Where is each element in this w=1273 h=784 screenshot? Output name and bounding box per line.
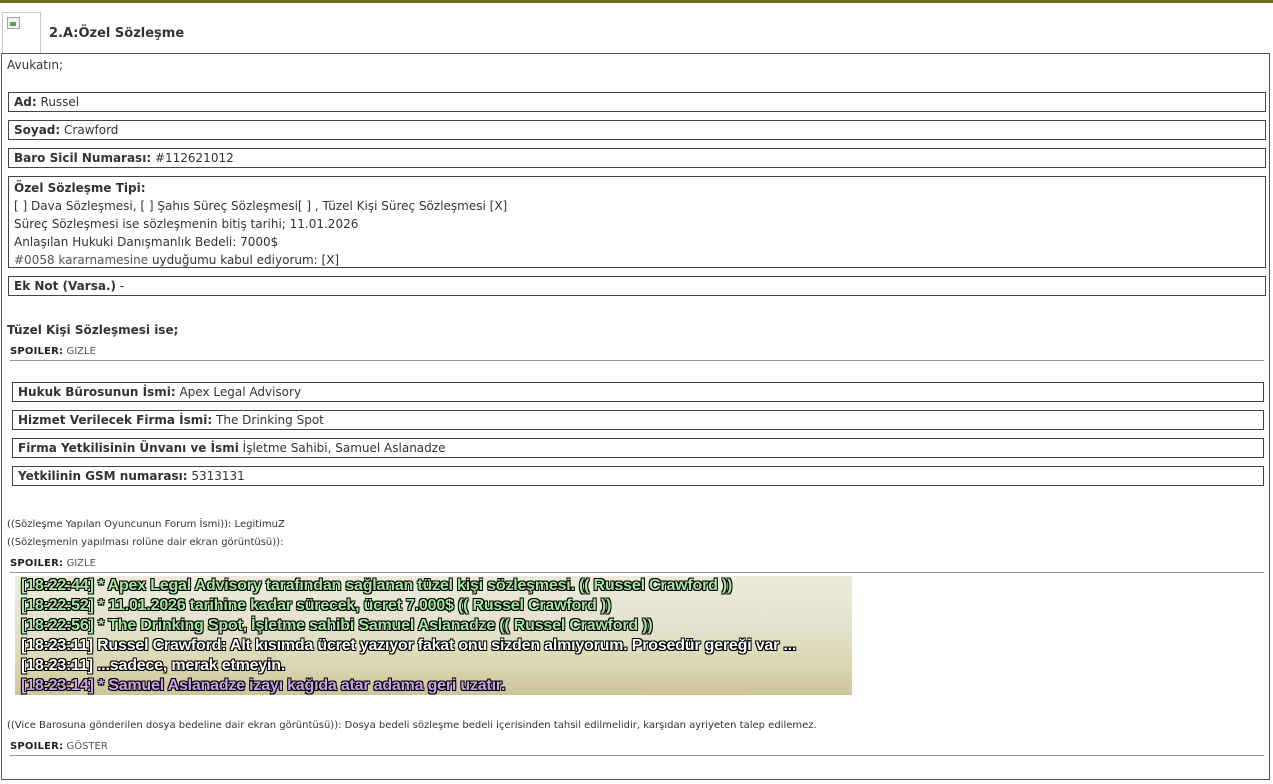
spoiler-divider (10, 572, 1264, 573)
field-official: Firma Yetkilisinin Ünvanı ve İsmi İşletm… (12, 438, 1264, 458)
page-title: 2.A:Özel Sözleşme (49, 26, 185, 41)
chat-line: [18:23:11] Russel Crawford: Alt kısımda … (21, 637, 797, 654)
chat-line: [18:23:11] ...sadece, merak etmeyin. (21, 657, 286, 674)
field-label: Hizmet Verilecek Firma İsmi: (18, 413, 213, 427)
field-label: Soyad: (14, 123, 61, 137)
spoiler-divider (10, 755, 1264, 756)
chat-line: [18:22:44] * Apex Legal Advisory tarafın… (21, 577, 733, 594)
field-value: 5313131 (191, 469, 245, 483)
spoiler-toggle-button[interactable]: GIZLE (66, 346, 95, 357)
spoiler-toggle-button[interactable]: GIZLE (66, 558, 95, 569)
spoiler-label: SPOILER: (10, 741, 64, 752)
contract-type-options: [ ] Dava Sözleşmesi, [ ] Şahıs Süreç Söz… (14, 199, 508, 213)
field-ad: Ad: Russel (8, 92, 1266, 112)
field-law-firm: Hukuk Bürosunun İsmi: Apex Legal Advisor… (12, 382, 1264, 402)
spoiler-label: SPOILER: (10, 346, 64, 357)
corporate-spoiler-header: SPOILER: GIZLE (10, 346, 96, 357)
spoiler-label: SPOILER: (10, 558, 64, 569)
broken-image-icon (2, 12, 41, 54)
field-company: Hizmet Verilecek Firma İsmi: The Drinkin… (12, 410, 1264, 430)
screenshot-spoiler-header: SPOILER: GIZLE (10, 558, 96, 569)
field-soyad: Soyad: Crawford (8, 120, 1266, 140)
contract-fee: Anlaşılan Hukuki Danışmanlık Bedeli: 700… (14, 235, 279, 249)
field-value: - (115, 279, 125, 293)
contract-type-label: Özel Sözleşme Tipi: (14, 181, 146, 195)
field-value: Crawford (64, 123, 119, 137)
corporate-heading: Tüzel Kişi Sözleşmesi ise; (7, 323, 179, 337)
field-value: #112621012 (154, 151, 234, 165)
field-baro-sicil: Baro Sicil Numarası: #112621012 (8, 148, 1266, 168)
field-label: Ad: (14, 95, 37, 109)
chat-line: [18:23:14] * Samuel Aslanadze izayı kağı… (21, 677, 506, 694)
forum-name-text: ((Sözleşme Yapılan Oyuncunun Forum İsmi)… (7, 519, 285, 530)
spoiler-divider (10, 360, 1264, 361)
contract-end-date: Süreç Sözleşmesi ise sözleşmenin bitiş t… (14, 217, 359, 231)
chat-screenshot: [18:22:44] * Apex Legal Advisory tarafın… (15, 576, 852, 695)
post-header: 2.A:Özel Sözleşme (0, 3, 1273, 54)
field-value: Apex Legal Advisory (179, 385, 302, 399)
field-label: Firma Yetkilisinin Ünvanı ve İsmi (18, 441, 239, 455)
decree-acceptance: uyduğumu kabul ediyorum: [X] (148, 253, 340, 267)
fee-caption: ((Vice Barosuna gönderilen dosya bedelin… (7, 720, 817, 731)
chat-line: [18:22:52] * 11.01.2026 tarihine kadar s… (21, 597, 612, 614)
field-label: Ek Not (Varsa.) (14, 279, 116, 293)
extra-note-field: Ek Not (Varsa.) - (8, 276, 1266, 296)
spoiler-toggle-button[interactable]: GÖSTER (66, 741, 107, 752)
decree-link[interactable]: #0058 kararnamesine (14, 253, 148, 267)
screenshot-caption: ((Sözleşmenin yapılması rolüne dair ekra… (7, 537, 284, 548)
chat-line: [18:22:56] * The Drinking Spot, İşletme … (21, 617, 653, 634)
fee-spoiler-header: SPOILER: GÖSTER (10, 741, 108, 752)
post-body: Avukatın; Ad: Russel Soyad: Crawford Bar… (1, 53, 1270, 780)
field-value: Russel (40, 95, 80, 109)
contract-type-box: Özel Sözleşme Tipi: [ ] Dava Sözleşmesi,… (8, 176, 1266, 268)
field-gsm: Yetkilinin GSM numarası: 5313131 (12, 466, 1264, 486)
field-label: Baro Sicil Numarası: (14, 151, 152, 165)
field-value: The Drinking Spot (216, 413, 324, 427)
field-label: Hukuk Bürosunun İsmi: (18, 385, 176, 399)
field-label: Yetkilinin GSM numarası: (18, 469, 188, 483)
intro-text: Avukatın; (7, 58, 63, 72)
field-value: İşletme Sahibi, Samuel Aslanadze (242, 441, 446, 455)
